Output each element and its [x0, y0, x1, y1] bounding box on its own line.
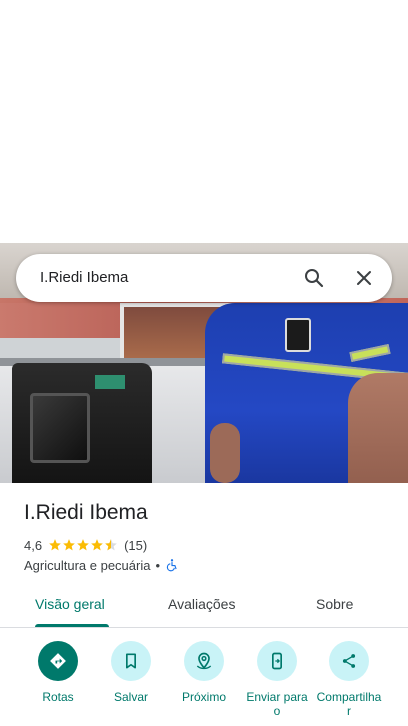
tab-reviews[interactable]: Avaliações	[168, 596, 235, 612]
search-bar[interactable]: I.Riedi Ibema	[16, 254, 392, 302]
star-icon	[49, 539, 61, 551]
rating-value: 4,6	[24, 537, 43, 553]
star-icon	[63, 539, 75, 551]
tab-about[interactable]: Sobre	[316, 596, 353, 612]
search-icon[interactable]	[302, 266, 326, 290]
place-title: I.Riedi Ibema	[24, 501, 148, 524]
send-to-phone-icon	[272, 652, 282, 670]
tab-bar: Visão geral Avaliações Sobre	[0, 584, 408, 628]
share-label: Compartilha r	[316, 690, 382, 718]
directions-button[interactable]: Rotas	[18, 641, 98, 704]
search-input[interactable]: I.Riedi Ibema	[40, 269, 128, 286]
nearby-icon	[196, 652, 212, 670]
separator: •	[155, 557, 161, 573]
send-to-phone-button[interactable]: Enviar para o	[237, 641, 317, 718]
star-rating	[48, 538, 118, 552]
save-label: Salvar	[113, 690, 148, 704]
send-to-phone-label: Enviar para o	[246, 690, 308, 718]
share-icon	[342, 654, 356, 668]
directions-label: Rotas	[42, 690, 74, 704]
wheelchair-accessible-icon	[166, 559, 177, 572]
category-row: Agricultura e pecuária •	[24, 556, 179, 574]
tab-overview[interactable]: Visão geral	[35, 596, 105, 612]
close-icon[interactable]	[352, 266, 376, 290]
save-button[interactable]: Salvar	[91, 641, 171, 704]
star-half-icon	[105, 539, 117, 551]
nearby-button[interactable]: Próximo	[164, 641, 244, 704]
rating-row[interactable]: 4,6 (15)	[24, 536, 147, 554]
action-bar: Rotas Salvar Próximo Enviar para o Compa…	[0, 641, 408, 726]
directions-icon	[50, 653, 66, 669]
category-label: Agricultura e pecuária	[24, 557, 151, 573]
star-icon	[77, 539, 89, 551]
share-button[interactable]: Compartilha r	[309, 641, 389, 718]
map-blank-area	[0, 0, 408, 243]
star-icon	[91, 539, 103, 551]
bookmark-icon	[126, 653, 136, 669]
nearby-label: Próximo	[181, 690, 226, 704]
review-count[interactable]: (15)	[124, 538, 147, 553]
tab-indicator	[35, 624, 109, 627]
